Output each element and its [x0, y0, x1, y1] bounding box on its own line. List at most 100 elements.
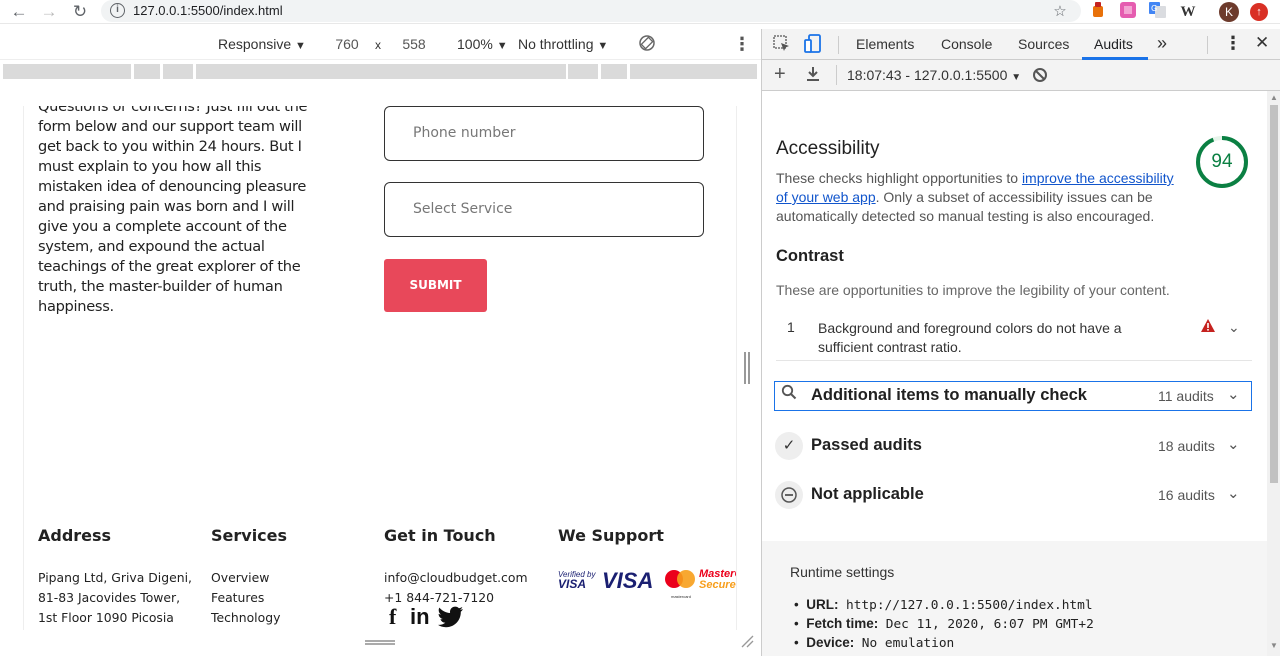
throttling-select[interactable]: No throttling ▼ — [518, 36, 608, 52]
audit-group-count: 18 audits — [1158, 438, 1215, 454]
more-options-icon[interactable]: ⋮ — [733, 34, 751, 55]
phone-number-input[interactable]: Phone number — [384, 106, 704, 161]
audit-group-not-applicable[interactable]: Not applicable 16 audits ⌄ — [775, 481, 1251, 511]
tab-elements[interactable]: Elements — [856, 36, 914, 52]
bookmark-star-icon[interactable]: ☆ — [1050, 2, 1070, 22]
runtime-device-value: No emulation — [861, 636, 955, 651]
rotate-icon[interactable] — [638, 34, 656, 55]
phone-placeholder: Phone number — [413, 125, 516, 141]
warning-icon — [1201, 319, 1215, 337]
close-icon[interactable]: ✕ — [1255, 33, 1269, 53]
url-text: 127.0.0.1:5500/index.html — [133, 3, 283, 18]
runtime-title: Runtime settings — [790, 564, 895, 580]
more-tabs-icon[interactable]: » — [1157, 33, 1167, 54]
width-input[interactable]: 760 — [323, 33, 371, 55]
back-icon[interactable]: ← — [9, 2, 29, 22]
search-icon — [775, 382, 803, 410]
securecode-text: SecureC — [699, 579, 736, 591]
media-query-bar — [0, 60, 761, 82]
devtools-panel: Elements Console Sources Audits » ⋮ ✕ + … — [761, 29, 1280, 656]
throttling-label: No throttling — [518, 36, 594, 52]
audit-group-passed[interactable]: ✓ Passed audits 18 audits ⌄ — [775, 432, 1251, 462]
audit-group-count: 16 audits — [1158, 487, 1215, 503]
media-query-segment[interactable] — [134, 64, 160, 79]
inspect-element-icon[interactable] — [773, 35, 791, 56]
tab-audits[interactable]: Audits — [1094, 36, 1133, 52]
services-link[interactable]: Technology — [211, 610, 280, 625]
audit-group-manual[interactable]: Additional items to manually check 11 au… — [775, 382, 1251, 412]
dimension-separator: x — [375, 38, 381, 52]
chevron-down-icon: ⌄ — [1227, 436, 1240, 453]
score-gauge: 94 — [1195, 135, 1249, 189]
report-selector[interactable]: 18:07:43 - 127.0.0.1:5500 ▼ — [847, 67, 1021, 83]
new-audit-icon[interactable]: + — [774, 63, 786, 86]
service-placeholder: Select Service — [413, 201, 513, 217]
contact-phone[interactable]: +1 844-721-7120 — [384, 590, 494, 605]
viewport-resize-handle-bottom[interactable] — [365, 640, 395, 645]
tab-sources[interactable]: Sources — [1018, 36, 1069, 52]
verified-visa-text: VISA — [558, 577, 587, 591]
device-select-label: Responsive — [218, 36, 292, 52]
viewport-resize-handle[interactable] — [744, 352, 750, 384]
corner-resize-icon[interactable] — [740, 634, 754, 648]
extension-icon[interactable] — [1118, 2, 1138, 22]
services-heading: Services — [211, 526, 288, 545]
runtime-url-label: URL: — [806, 597, 839, 612]
address-line: 81-83 Jacovides Tower, — [38, 590, 181, 605]
category-description: These checks highlight opportunities to … — [776, 169, 1181, 226]
address-bar[interactable]: i 127.0.0.1:5500/index.html — [101, 0, 1081, 22]
submit-button[interactable]: SUBMIT — [384, 259, 487, 312]
contact-email[interactable]: info@cloudbudget.com — [384, 570, 528, 585]
download-icon[interactable] — [806, 66, 820, 85]
description-text: These checks highlight opportunities to — [776, 170, 1022, 186]
address-line: Pipang Ltd, Griva Digeni, — [38, 570, 192, 585]
address-line: 1st Floor 1090 Picosia — [38, 610, 174, 625]
extension-icon[interactable] — [1088, 2, 1108, 22]
avatar[interactable]: K — [1219, 2, 1239, 22]
media-query-segment[interactable] — [568, 64, 598, 79]
facebook-icon[interactable]: f — [389, 604, 396, 630]
minus-icon — [775, 481, 803, 509]
svg-text:G: G — [1151, 4, 1157, 13]
intro-paragraph: Questions or concerns? Just fill out the… — [38, 106, 308, 315]
media-query-segment[interactable] — [163, 64, 193, 79]
zoom-label: 100% — [457, 36, 493, 52]
clear-icon[interactable] — [1032, 67, 1048, 86]
contrast-audit-item[interactable]: 1 Background and foreground colors do no… — [776, 309, 1252, 361]
devtools-menu-icon[interactable]: ⋮ — [1224, 33, 1242, 54]
zoom-select[interactable]: 100% ▼ — [457, 36, 508, 52]
devtools-scrollbar[interactable]: ▲ ▼ — [1267, 91, 1280, 656]
forward-icon[interactable]: → — [39, 2, 59, 22]
scroll-up-icon[interactable]: ▲ — [1270, 93, 1278, 102]
media-query-segment[interactable] — [630, 64, 757, 79]
media-query-segment[interactable] — [601, 64, 627, 79]
scrollbar-thumb[interactable] — [1270, 105, 1278, 483]
audit-number: 1 — [787, 319, 795, 335]
media-query-segment[interactable] — [3, 64, 131, 79]
runtime-device-row: • Device: No emulation — [794, 635, 955, 651]
mastercard-logo: mastercard — [664, 569, 698, 599]
select-service-dropdown[interactable]: Select Service — [384, 182, 704, 237]
media-query-segment[interactable] — [196, 64, 566, 79]
chevron-down-icon[interactable]: ⌄ — [1228, 319, 1240, 336]
info-icon[interactable]: i — [110, 3, 125, 18]
translate-icon[interactable]: G — [1147, 2, 1167, 22]
chevron-down-icon: ⌄ — [1227, 386, 1240, 403]
w-extension-icon[interactable]: W — [1178, 2, 1198, 22]
update-icon[interactable]: ↑ — [1250, 3, 1268, 21]
twitter-icon[interactable] — [438, 606, 464, 630]
device-toolbar-toggle-icon[interactable] — [804, 34, 822, 57]
reload-icon[interactable]: ↻ — [70, 2, 90, 22]
services-link[interactable]: Features — [211, 590, 264, 605]
scroll-down-icon[interactable]: ▼ — [1270, 641, 1278, 650]
linkedin-icon[interactable]: in — [410, 604, 430, 630]
device-toolbar: Responsive ▼ 760 x 558 100% ▼ No throttl… — [0, 29, 761, 60]
toolbar-divider — [836, 65, 837, 85]
services-link[interactable]: Overview — [211, 570, 269, 585]
height-input[interactable]: 558 — [390, 33, 438, 55]
tab-console[interactable]: Console — [941, 36, 992, 52]
device-select[interactable]: Responsive ▼ — [218, 36, 306, 52]
report-selector-label: 18:07:43 - 127.0.0.1:5500 — [847, 67, 1008, 83]
caret-down-icon: ▼ — [1011, 72, 1022, 83]
address-heading: Address — [38, 526, 112, 545]
